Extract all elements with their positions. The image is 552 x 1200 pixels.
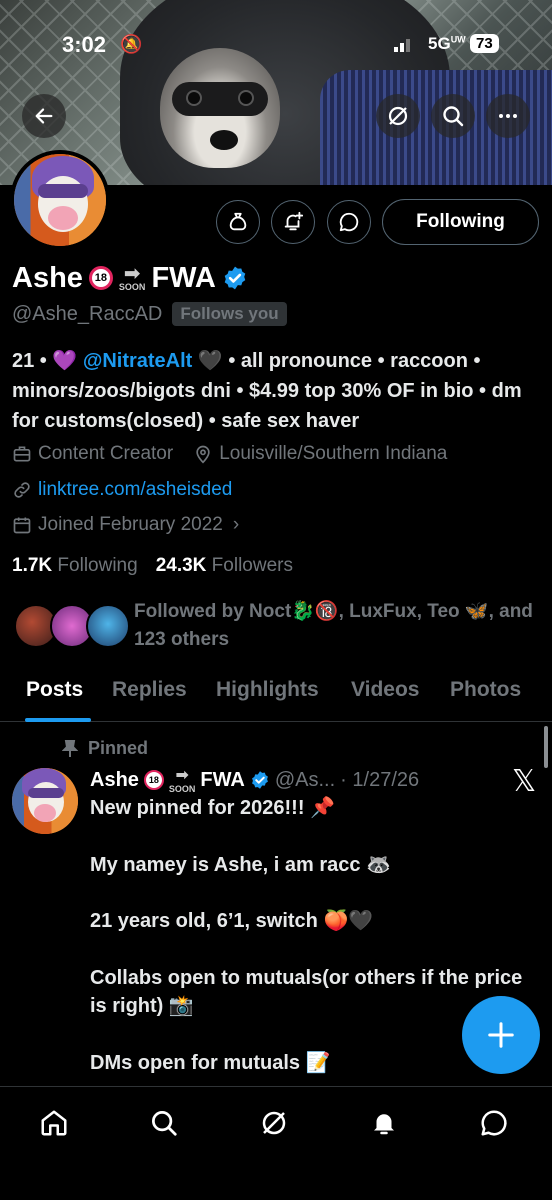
link-icon	[14, 482, 30, 498]
soon-arrow-icon: ➡ SOON	[168, 766, 196, 794]
bio-mention-link[interactable]: @NitrateAlt	[83, 350, 193, 372]
more-icon	[499, 114, 517, 118]
more-button[interactable]	[486, 94, 530, 138]
money-bag-icon	[229, 212, 247, 231]
nav-home[interactable]	[36, 1105, 72, 1141]
verified-badge-icon	[251, 771, 268, 789]
bell-off-icon: 🔕	[120, 34, 143, 54]
messages-icon	[481, 1110, 507, 1136]
scrollbar[interactable]	[544, 726, 548, 768]
profile-link-row: linktree.com/asheisded	[12, 479, 232, 501]
pin-icon	[62, 739, 78, 757]
tab-videos[interactable]: Videos	[351, 678, 419, 702]
briefcase-icon	[13, 446, 31, 462]
followed-by-text[interactable]: Followed by Noct🐉🔞, LuxFux, Teo 🦋, and 1…	[134, 598, 544, 654]
profile-avatar[interactable]	[10, 150, 110, 250]
bottom-nav	[0, 1086, 552, 1200]
subscribe-button[interactable]	[216, 200, 260, 244]
profile-category: Content Creator	[38, 443, 174, 464]
following-button[interactable]: Following	[382, 199, 539, 245]
nav-grok[interactable]	[256, 1105, 292, 1141]
follower-avatar	[86, 604, 130, 648]
tab-replies[interactable]: Replies	[112, 678, 187, 702]
search-button[interactable]	[431, 94, 475, 138]
post-author-handle: @As...	[274, 768, 336, 791]
nav-search[interactable]	[146, 1105, 182, 1141]
notifications-icon	[374, 1114, 394, 1135]
compose-button[interactable]	[462, 996, 540, 1074]
profile-handle: @Ashe_RaccAD	[12, 302, 163, 325]
post-date: · 1/27/26	[340, 768, 420, 791]
tab-posts[interactable]: Posts	[26, 678, 83, 702]
plus-icon	[488, 1022, 514, 1048]
status-time: 3:02	[62, 32, 107, 57]
followed-by-avatars[interactable]	[14, 604, 130, 652]
soon-arrow-icon: ➡ SOON	[118, 262, 146, 292]
following-stat[interactable]: 1.7K Following	[12, 555, 138, 577]
tab-photos[interactable]: Photos	[450, 678, 521, 702]
post-header[interactable]: Ashe 18 ➡ SOON FWA @As... · 1/27/26	[90, 766, 419, 794]
profile-meta-row: Content Creator Louisville/Southern Indi…	[12, 443, 447, 465]
grok-icon	[262, 1111, 286, 1135]
profile-location: Louisville/Southern Indiana	[219, 443, 448, 464]
signal-icon	[394, 39, 410, 52]
profile-joined-row[interactable]: Joined February 2022 ›	[12, 514, 239, 536]
profile-name-suffix: FWA	[151, 261, 216, 294]
pinned-label: Pinned	[62, 738, 148, 759]
profile-name-row: Ashe 18 ➡ SOON FWA	[12, 258, 248, 298]
profile-joined: Joined February 2022	[38, 514, 223, 535]
follow-stats: 1.7K Following 24.3K Followers	[12, 555, 293, 577]
search-icon	[443, 106, 464, 127]
location-pin-icon	[196, 445, 210, 464]
profile-website-link[interactable]: linktree.com/asheisded	[38, 479, 232, 501]
message-button[interactable]	[327, 200, 371, 244]
post-author-suffix: FWA	[200, 768, 245, 791]
search-icon	[152, 1111, 177, 1136]
no-under-18-icon: 18	[88, 266, 113, 290]
nav-notifications[interactable]	[366, 1105, 402, 1141]
notifications-bell-button[interactable]	[271, 200, 315, 244]
verified-badge-icon[interactable]	[222, 265, 248, 291]
follows-you-badge: Follows you	[172, 302, 287, 326]
battery-indicator: 73	[470, 34, 499, 53]
profile-name: Ashe	[12, 261, 83, 294]
followers-stat[interactable]: 24.3K Followers	[156, 555, 293, 577]
arrow-left-icon	[35, 108, 53, 124]
active-tab-indicator	[25, 718, 91, 722]
tab-highlights[interactable]: Highlights	[216, 678, 319, 702]
network-label: 5GUW	[428, 34, 466, 53]
back-button[interactable]	[22, 94, 66, 138]
post-author-avatar[interactable]	[12, 768, 78, 834]
handle-row: @Ashe_RaccAD Follows you	[12, 302, 287, 326]
calendar-icon	[13, 517, 31, 534]
chevron-right-icon: ›	[232, 514, 240, 535]
no-under-18-icon: 18	[143, 770, 164, 790]
status-bar: 3:02 🔕 5GUW 73	[0, 28, 552, 64]
grok-button[interactable]	[376, 94, 420, 138]
bell-plus-icon	[284, 211, 304, 231]
profile-bio: 21 • 💜 @NitrateAlt 🖤 • all pronounce • r…	[12, 350, 522, 432]
grok-icon	[388, 106, 408, 126]
profile-tabs: Posts Replies Highlights Videos Photos	[0, 670, 552, 722]
home-icon	[41, 1110, 67, 1136]
post-author-name: Ashe	[90, 768, 139, 791]
nav-messages[interactable]	[476, 1105, 512, 1141]
message-bubble-icon	[339, 212, 359, 232]
